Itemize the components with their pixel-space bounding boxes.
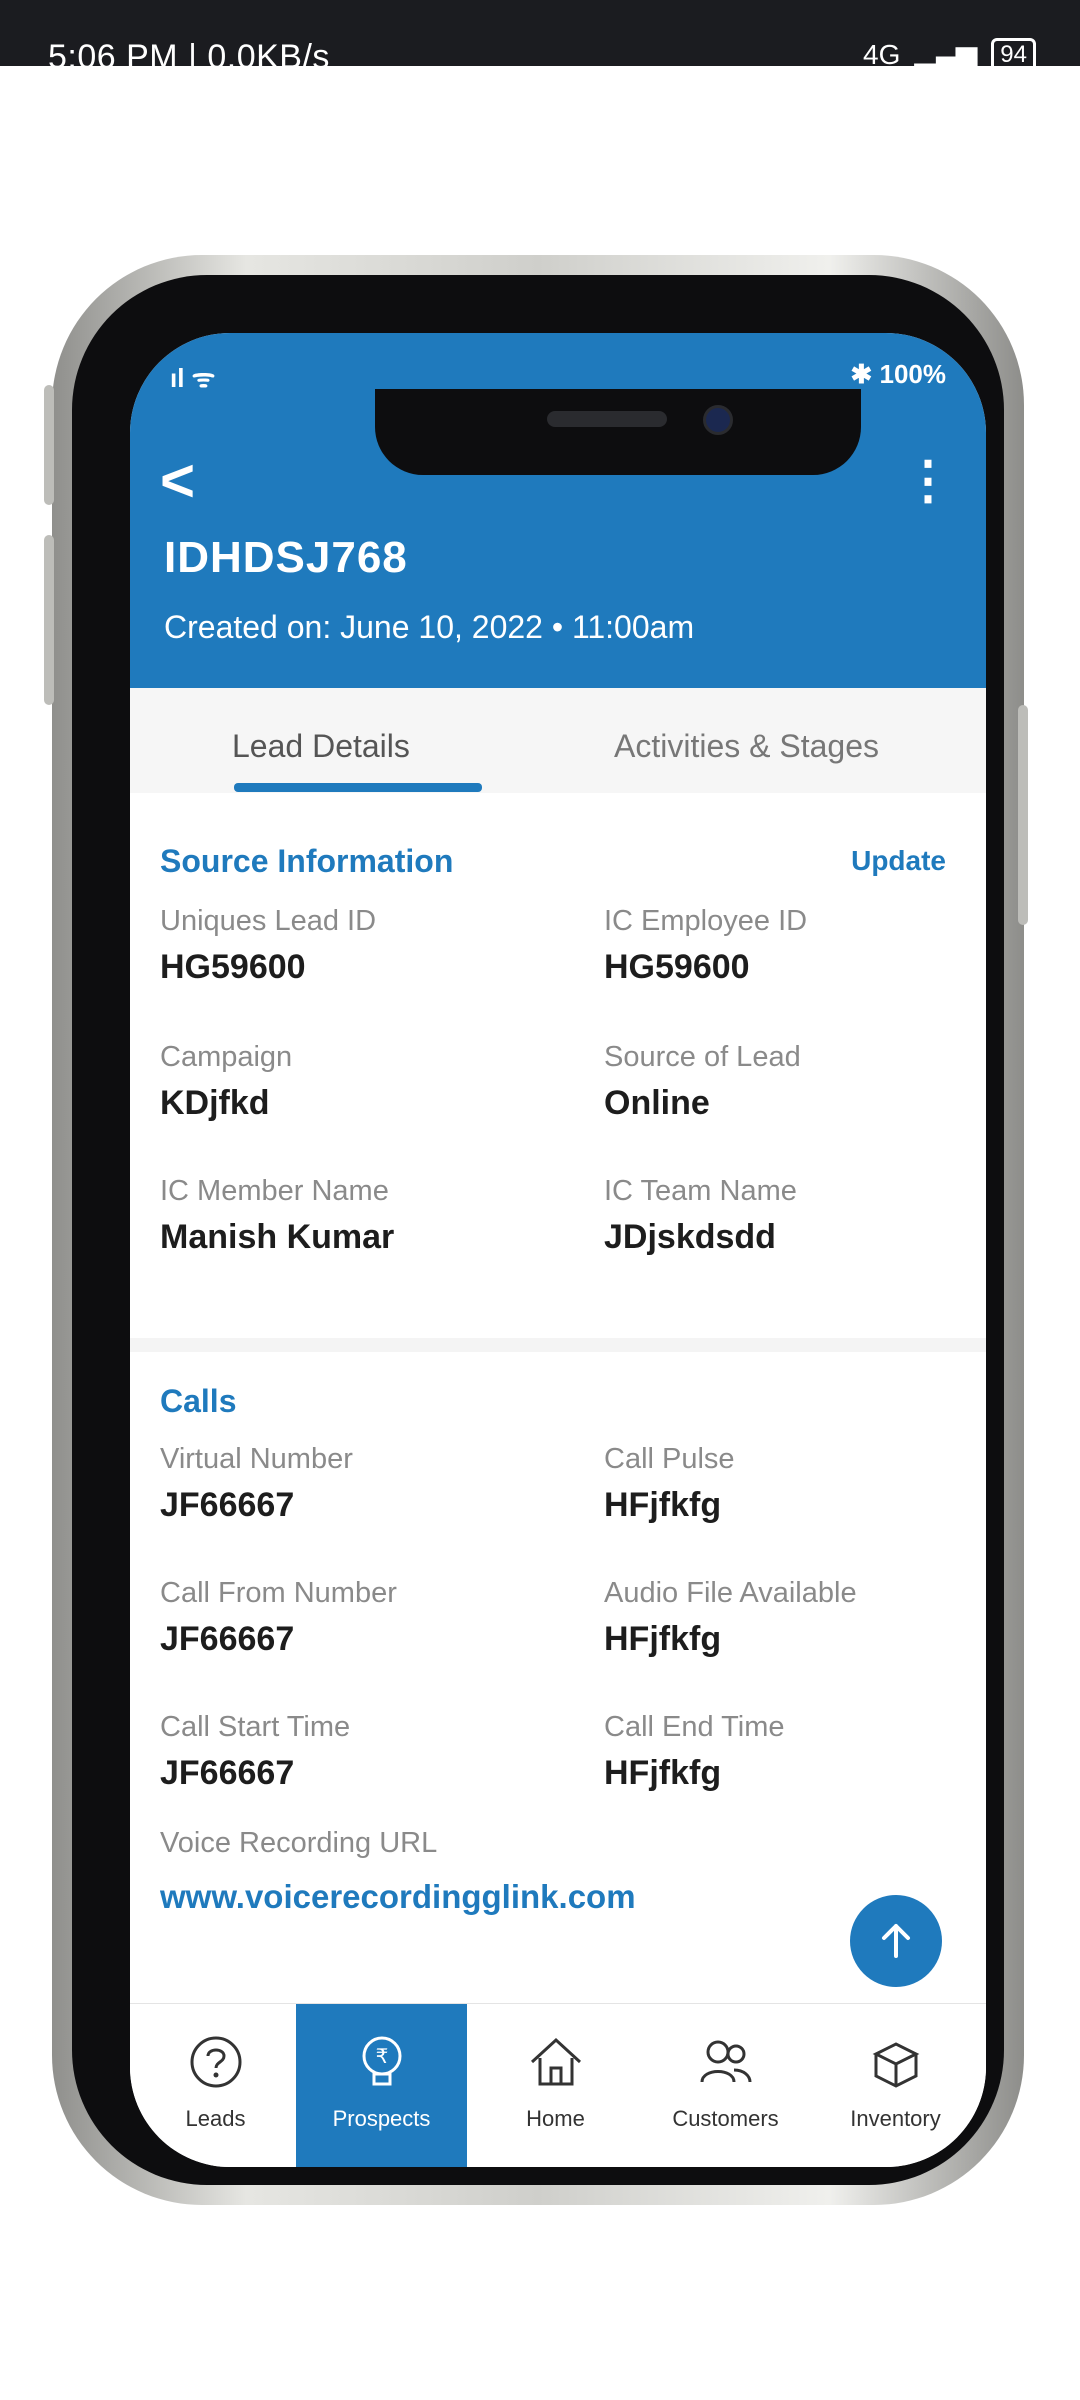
field-value: HFjfkfg xyxy=(604,1754,722,1792)
nav-leads[interactable]: Leads xyxy=(130,2004,301,2167)
box-icon xyxy=(872,2042,919,2088)
side-button xyxy=(1018,705,1028,925)
svg-text:₹: ₹ xyxy=(375,2044,388,2068)
users-icon xyxy=(700,2040,751,2083)
field-call-from-number: Call From Number JF66667 xyxy=(160,1577,550,1659)
field-value: Online xyxy=(604,1084,710,1122)
signal-icon: ▂▄▆ xyxy=(914,39,978,67)
phone-frame: ıl ᯤ ✱ 100% < ⋮ IDHDSJ768 Created on: Ju… xyxy=(44,255,1028,2205)
nav-label: Inventory xyxy=(850,2106,941,2131)
phone-bezel: ıl ᯤ ✱ 100% < ⋮ IDHDSJ768 Created on: Ju… xyxy=(72,275,1004,2185)
field-label: Call Start Time xyxy=(160,1711,351,1743)
nav-label: Home xyxy=(526,2106,585,2131)
field-value: HG59600 xyxy=(604,948,750,986)
nav-label: Customers xyxy=(672,2106,779,2131)
battery-level: 94 xyxy=(1000,41,1027,66)
phone-battery-level: 100% xyxy=(879,359,947,389)
update-link[interactable]: Update xyxy=(851,845,946,877)
tab-activities-stages[interactable]: Activities & Stages xyxy=(614,728,879,765)
field-value: HFjfkfg xyxy=(604,1486,722,1524)
bulb-rupee-icon: ₹ xyxy=(362,2036,401,2086)
field-value: JDjskdsdd xyxy=(604,1218,776,1256)
field-source-of-lead: Source of Lead Online xyxy=(604,1041,986,1123)
source-info-title: Source Information xyxy=(160,843,454,879)
time-and-speed: 5:06 PM | 0.0KB/s xyxy=(48,38,330,66)
field-label: Virtual Number xyxy=(160,1443,353,1475)
field-audio-file-available: Audio File Available HFjfkfg xyxy=(604,1577,986,1659)
more-menu-icon[interactable]: ⋮ xyxy=(902,451,954,511)
status-icons: 4G ▂▄▆ 94 xyxy=(863,38,1036,66)
nav-customers[interactable]: Customers xyxy=(640,2004,811,2167)
active-tab-indicator xyxy=(234,783,482,792)
field-voice-recording-url: Voice Recording URL xyxy=(160,1827,760,1860)
field-label: Call End Time xyxy=(604,1711,785,1743)
speaker-grille xyxy=(547,411,667,427)
field-label: Call Pulse xyxy=(604,1443,735,1475)
nav-inventory[interactable]: Inventory xyxy=(810,2004,981,2167)
field-label: Uniques Lead ID xyxy=(160,905,377,937)
nav-label: Prospects xyxy=(332,2106,431,2131)
phone-screen: ıl ᯤ ✱ 100% < ⋮ IDHDSJ768 Created on: Ju… xyxy=(130,333,986,2167)
network-type: 4G xyxy=(863,39,901,66)
bottom-navigation: Leads ₹ Prospects Home Customers Invento… xyxy=(130,2003,986,2167)
field-ic-employee-id: IC Employee ID HG59600 xyxy=(604,905,986,987)
field-label: IC Team Name xyxy=(604,1175,797,1207)
field-label: IC Member Name xyxy=(160,1175,389,1207)
question-icon xyxy=(190,2036,241,2088)
voice-recording-link[interactable]: www.voicerecordingglink.com xyxy=(160,1878,636,1916)
field-value: Manish Kumar xyxy=(160,1218,395,1256)
field-value: HG59600 xyxy=(160,948,306,986)
battery-icon: 94 xyxy=(991,38,1036,66)
field-unique-lead-id: Uniques Lead ID HG59600 xyxy=(160,905,550,987)
lead-id: IDHDSJ768 xyxy=(164,533,408,582)
phone-battery: ✱ 100% xyxy=(850,359,946,390)
field-value: JF66667 xyxy=(160,1754,295,1792)
app-header: ıl ᯤ ✱ 100% < ⋮ IDHDSJ768 Created on: Ju… xyxy=(130,333,986,688)
arrow-up-icon xyxy=(882,1924,910,1958)
side-button xyxy=(44,385,54,505)
scroll-to-top-button[interactable] xyxy=(850,1895,942,1987)
field-label: Audio File Available xyxy=(604,1577,857,1609)
field-virtual-number: Virtual Number JF66667 xyxy=(160,1443,550,1525)
back-button[interactable]: < xyxy=(160,451,195,511)
field-label: Campaign xyxy=(160,1041,293,1073)
bluetooth-icon: ✱ xyxy=(850,359,873,389)
field-label: IC Employee ID xyxy=(604,905,808,937)
field-call-start-time: Call Start Time JF66667 xyxy=(160,1711,550,1793)
field-value: JF66667 xyxy=(160,1486,295,1524)
calls-title: Calls xyxy=(160,1383,237,1419)
system-status-bar: 5:06 PM | 0.0KB/s 4G ▂▄▆ 94 xyxy=(0,0,1080,66)
section-divider xyxy=(130,1338,986,1352)
field-ic-team-name: IC Team Name JDjskdsdd xyxy=(604,1175,986,1257)
field-call-end-time: Call End Time HFjfkfg xyxy=(604,1711,986,1793)
camera-icon xyxy=(703,405,733,435)
side-button xyxy=(44,535,54,705)
field-value: JF66667 xyxy=(160,1620,295,1658)
nav-label: Leads xyxy=(185,2106,246,2131)
created-date: Created on: June 10, 2022 • 11:00am xyxy=(164,609,695,645)
nav-home[interactable]: Home xyxy=(470,2004,641,2167)
notch xyxy=(375,389,861,475)
wifi-icon: ıl ᯤ xyxy=(170,363,216,393)
field-label: Voice Recording URL xyxy=(160,1827,438,1859)
home-icon xyxy=(530,2037,581,2086)
field-label: Call From Number xyxy=(160,1577,397,1609)
field-value: KDjfkd xyxy=(160,1084,270,1122)
field-campaign: Campaign KDjfkd xyxy=(160,1041,550,1123)
field-ic-member-name: IC Member Name Manish Kumar xyxy=(160,1175,550,1257)
nav-prospects[interactable]: ₹ Prospects xyxy=(296,2004,467,2167)
tab-lead-details[interactable]: Lead Details xyxy=(232,728,410,765)
field-label: Source of Lead xyxy=(604,1041,801,1073)
field-call-pulse: Call Pulse HFjfkfg xyxy=(604,1443,986,1525)
tabs: Lead Details Activities & Stages xyxy=(130,688,986,793)
field-value: HFjfkfg xyxy=(604,1620,722,1658)
